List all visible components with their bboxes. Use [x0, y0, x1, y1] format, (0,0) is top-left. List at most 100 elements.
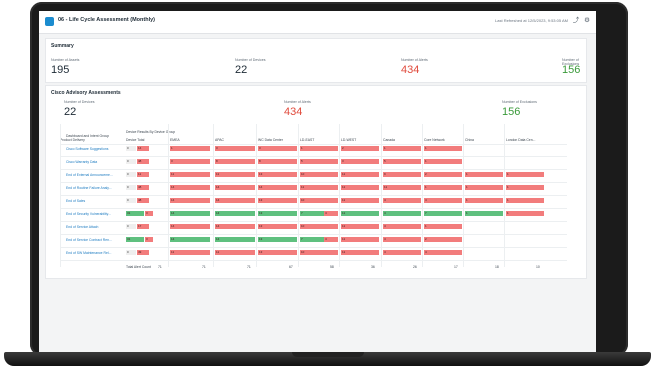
- result-cell[interactable]: 4: [383, 211, 421, 216]
- result-cell[interactable]: 1: [506, 198, 544, 203]
- result-cell[interactable]: 1: [424, 185, 462, 190]
- result-cell[interactable]: 13: [258, 250, 297, 255]
- cell-value: 7: [424, 211, 462, 216]
- result-cell[interactable]: 1: [170, 146, 210, 151]
- result-cell[interactable]: 74: [300, 237, 338, 242]
- result-cell[interactable]: 11: [170, 250, 210, 255]
- result-cell[interactable]: 11: [341, 224, 379, 229]
- result-cell[interactable]: 14: [215, 237, 255, 242]
- result-cell[interactable]: 10: [300, 250, 338, 255]
- result-cell[interactable]: 13: [258, 172, 297, 177]
- result-cell[interactable]: 10: [300, 172, 338, 177]
- result-cell[interactable]: 2: [341, 146, 379, 151]
- result-cell[interactable]: 2: [424, 172, 462, 177]
- result-cell[interactable]: 31 3: [126, 211, 166, 216]
- result-cell[interactable]: 11: [341, 211, 379, 216]
- cell-value: 13: [258, 198, 297, 203]
- result-cell[interactable]: 11: [300, 185, 338, 190]
- kpi-alerts-value: 434: [401, 64, 420, 76]
- result-cell[interactable]: 1: [424, 159, 462, 164]
- result-cell[interactable]: 11: [215, 172, 255, 177]
- total-alert-label: Total Alert Count: [126, 265, 151, 269]
- result-cell[interactable]: 0 17: [126, 224, 166, 229]
- result-cell[interactable]: 8: [215, 159, 255, 164]
- result-cell[interactable]: 4: [383, 198, 421, 203]
- result-cell[interactable]: 31 3: [126, 237, 166, 242]
- kpi-devices-value: 22: [235, 64, 248, 76]
- result-cell[interactable]: 10: [300, 198, 338, 203]
- result-cell[interactable]: 11: [341, 198, 379, 203]
- total-alert-value: 58: [330, 265, 334, 269]
- result-cell[interactable]: 2: [424, 237, 462, 242]
- result-cell[interactable]: 1: [506, 185, 544, 190]
- result-cell[interactable]: 1: [506, 172, 544, 177]
- result-cell[interactable]: 3: [170, 159, 210, 164]
- result-cell[interactable]: 14: [170, 198, 210, 203]
- column-header: EMEA: [170, 138, 180, 142]
- result-cell[interactable]: 14: [215, 211, 255, 216]
- result-cell[interactable]: 3: [258, 146, 297, 151]
- result-cell[interactable]: 0 48: [126, 159, 166, 164]
- result-cell[interactable]: 4: [383, 250, 421, 255]
- result-cell[interactable]: 1: [465, 185, 503, 190]
- result-cell[interactable]: 11: [341, 237, 379, 242]
- result-cell[interactable]: 1: [424, 146, 462, 151]
- result-cell[interactable]: 7: [424, 211, 462, 216]
- row-label-link[interactable]: End of Service Attach: [66, 225, 98, 229]
- result-cell[interactable]: 11: [341, 185, 379, 190]
- result-cell[interactable]: 14: [215, 198, 255, 203]
- result-cell[interactable]: 13: [258, 237, 297, 242]
- result-cell[interactable]: 1: [465, 172, 503, 177]
- row-label-link[interactable]: Cisco Warranty Data: [66, 160, 97, 164]
- result-cell[interactable]: 5: [383, 159, 421, 164]
- result-cell[interactable]: 4: [383, 224, 421, 229]
- result-cell[interactable]: 0 48: [126, 198, 166, 203]
- result-cell[interactable]: 3: [341, 159, 379, 164]
- result-cell[interactable]: 4: [383, 237, 421, 242]
- result-cell[interactable]: 11: [383, 185, 421, 190]
- result-cell[interactable]: 1: [465, 211, 503, 216]
- result-cell[interactable]: 14: [170, 237, 210, 242]
- result-cell[interactable]: 74: [300, 211, 338, 216]
- result-cell[interactable]: 1: [506, 211, 544, 216]
- result-cell[interactable]: 9: [383, 172, 421, 177]
- result-cell[interactable]: 14: [258, 185, 297, 190]
- result-cell[interactable]: 1: [300, 146, 338, 151]
- row-label-link[interactable]: End of Sales: [66, 199, 85, 203]
- result-cell[interactable]: 0 48: [126, 185, 166, 190]
- result-cell[interactable]: 5: [300, 159, 338, 164]
- result-cell[interactable]: 0 11: [126, 172, 166, 177]
- result-cell[interactable]: 3: [215, 146, 255, 151]
- row-label-link[interactable]: End of Routine Failure Analy...: [66, 186, 112, 190]
- settings-icon[interactable]: ⚙: [583, 17, 591, 25]
- result-cell[interactable]: 13: [258, 224, 297, 229]
- result-cell[interactable]: 13: [258, 198, 297, 203]
- export-icon[interactable]: ⤴: [572, 17, 580, 25]
- row-label-link[interactable]: End of Service Contract Ren...: [66, 238, 112, 242]
- result-cell[interactable]: 1: [383, 146, 421, 151]
- result-cell[interactable]: 14: [215, 224, 255, 229]
- result-cell[interactable]: 8: [258, 159, 297, 164]
- result-cell[interactable]: 11: [341, 250, 379, 255]
- result-cell[interactable]: 4: [424, 250, 462, 255]
- row-label-link[interactable]: End of External Announceme...: [66, 173, 113, 177]
- result-cell[interactable]: 14: [215, 185, 255, 190]
- result-cell[interactable]: 0 14: [126, 146, 166, 151]
- result-cell[interactable]: 11: [341, 172, 379, 177]
- row-label-link[interactable]: End of SW Maintenance Rel...: [66, 251, 111, 255]
- result-cell[interactable]: 11: [215, 250, 255, 255]
- result-cell[interactable]: 14: [170, 185, 210, 190]
- row-label-link[interactable]: End of Security Vulnerability...: [66, 212, 111, 216]
- result-cell[interactable]: 13: [258, 211, 297, 216]
- result-cell[interactable]: 4: [424, 198, 462, 203]
- result-cell[interactable]: 10: [300, 224, 338, 229]
- result-cell[interactable]: 11: [170, 172, 210, 177]
- result-cell[interactable]: 1: [424, 224, 462, 229]
- cell-value: 11: [170, 172, 210, 177]
- row-label-link[interactable]: Cisco Software Suggestions: [66, 147, 108, 151]
- result-cell[interactable]: 0 49: [126, 250, 166, 255]
- result-cell[interactable]: 14: [170, 224, 210, 229]
- result-cell[interactable]: 1: [465, 198, 503, 203]
- total-alert-value: 71: [202, 265, 206, 269]
- result-cell[interactable]: 14: [170, 211, 210, 216]
